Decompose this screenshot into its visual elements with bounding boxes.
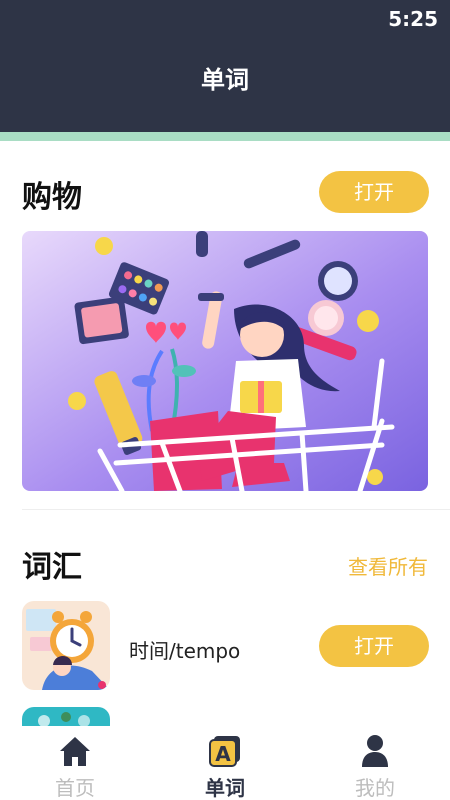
header-accent-strip [0,132,450,141]
tab-home[interactable]: 首页 [0,726,150,800]
tab-profile-label: 我的 [355,776,395,800]
bottom-tab-bar: 首页 A 单词 我的 [0,726,450,800]
vocabulary-item-open-button[interactable]: 打开 [319,625,429,667]
shopping-hero-image[interactable] [22,231,428,491]
vocabulary-item-label[interactable]: 时间/tempo [129,635,240,664]
shopping-section-title: 购物 [22,180,82,215]
vocabulary-item-thumbnail[interactable] [22,601,110,690]
home-icon [60,737,90,766]
view-all-link[interactable]: 查看所有 [348,551,428,580]
app-header: 5:25 单词 [0,0,450,132]
page-title: 单词 [201,66,249,94]
tab-profile[interactable]: 我的 [300,726,450,800]
vocabulary-section-title: 词汇 [22,550,82,585]
tab-words[interactable]: A 单词 [150,726,300,800]
user-icon [362,735,388,767]
tab-home-label: 首页 [55,776,95,800]
status-bar-time: 5:25 [388,7,438,31]
vocabulary-item-thumbnail-partial[interactable] [22,707,110,726]
svg-text:A: A [215,742,231,766]
tab-words-label: 单词 [205,776,245,800]
letter-a-icon: A [209,736,240,767]
section-divider [22,509,450,510]
shopping-open-button[interactable]: 打开 [319,171,429,213]
